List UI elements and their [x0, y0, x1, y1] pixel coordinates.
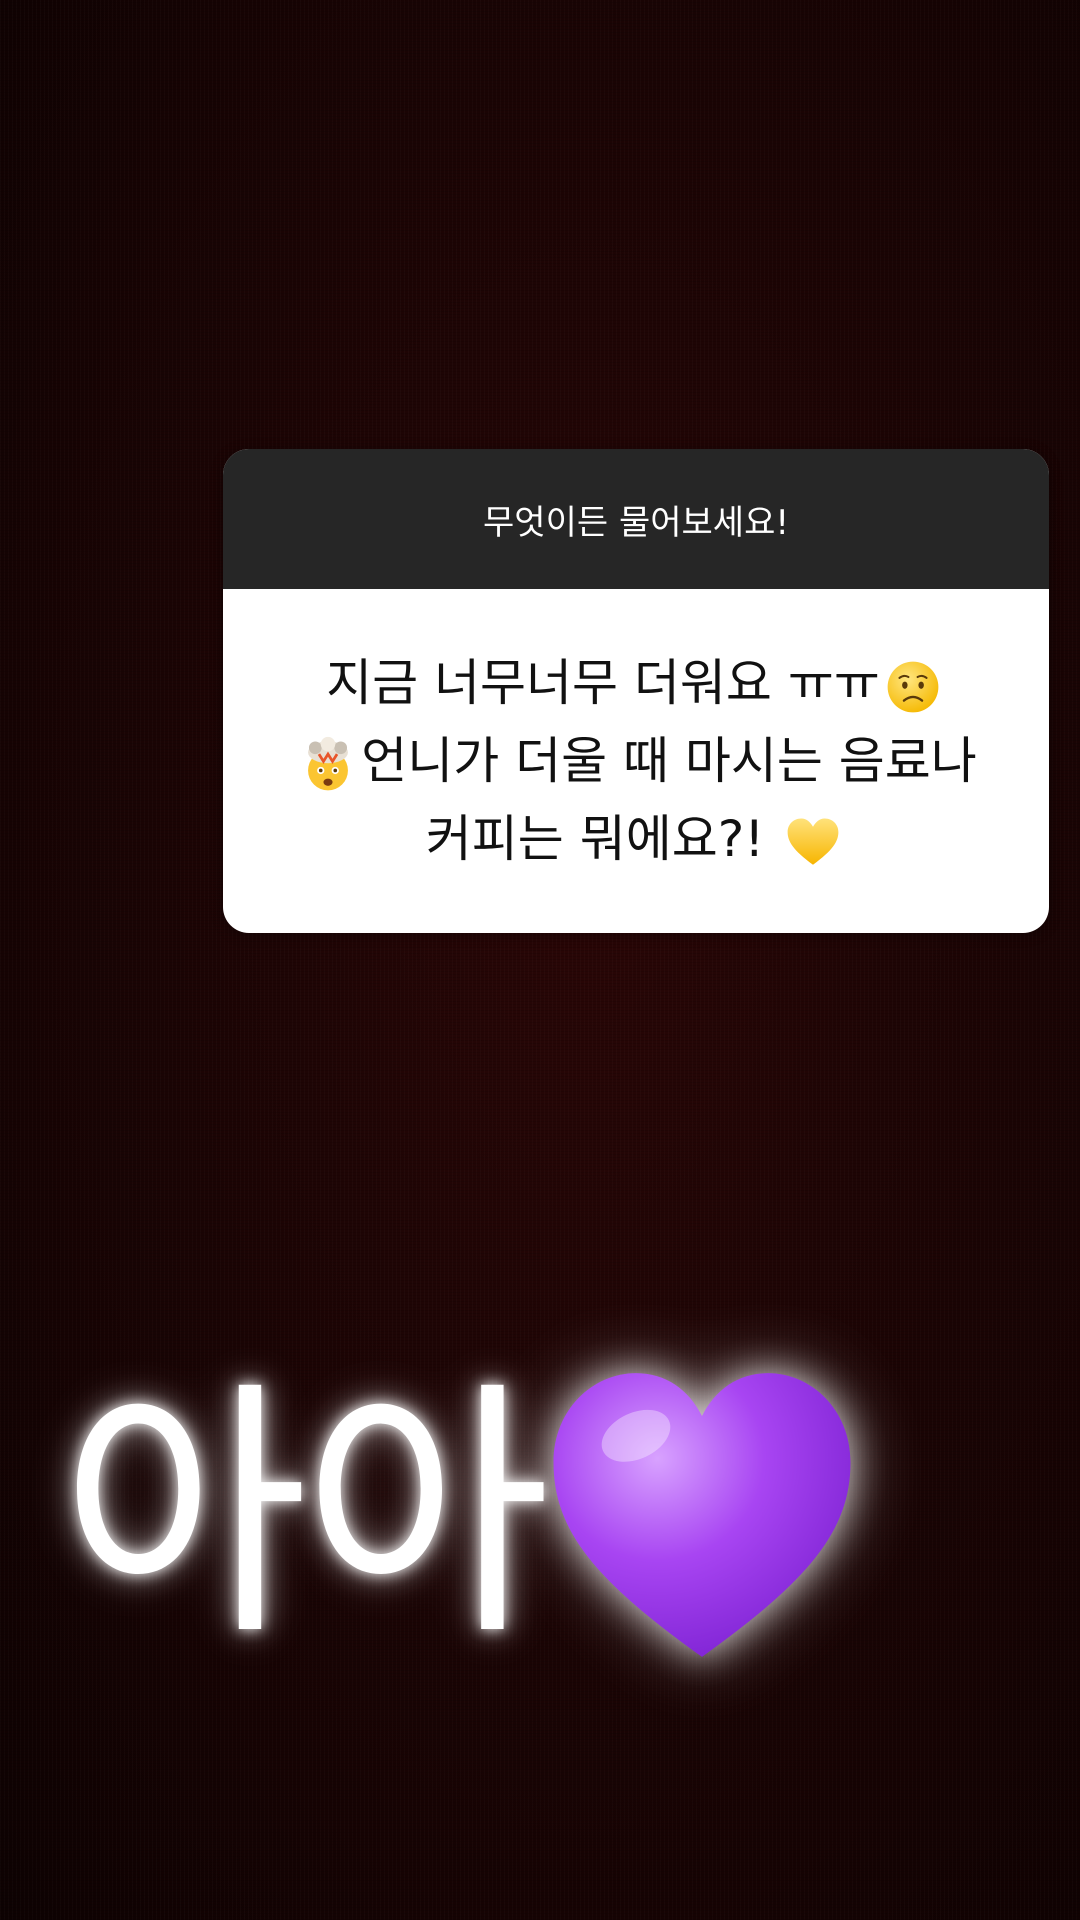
- question-line-2: 언니가 더울 때 마시는 음료나: [361, 732, 977, 790]
- worried-face-icon: [887, 661, 939, 712]
- purple-heart-icon: [553, 1373, 851, 1657]
- reply-text: 아아: [60, 1357, 551, 1672]
- exploding-head-icon: [308, 736, 349, 790]
- question-sticker[interactable]: 무엇이든 물어보세요! 지금 너무너무 더워요 ㅠㅠ 언니가 더울 때 마시는 …: [223, 449, 1049, 933]
- yellow-heart-icon: [787, 818, 839, 865]
- question-sticker-body: 지금 너무너무 더워요 ㅠㅠ 언니가 더울 때 마시는 음료나 커피는 뭐에요?…: [223, 589, 1049, 933]
- question-line-3: 커피는 뭐에요?!: [425, 810, 765, 868]
- reply-sticker[interactable]: 아아: [60, 1350, 980, 1680]
- question-text: 지금 너무너무 더워요 ㅠㅠ 언니가 더울 때 마시는 음료나 커피는 뭐에요?…: [295, 644, 977, 878]
- question-line-1: 지금 너무너무 더워요 ㅠㅠ: [326, 654, 880, 712]
- question-sticker-header: 무엇이든 물어보세요!: [223, 449, 1049, 589]
- question-sticker-prompt: 무엇이든 물어보세요!: [483, 502, 789, 543]
